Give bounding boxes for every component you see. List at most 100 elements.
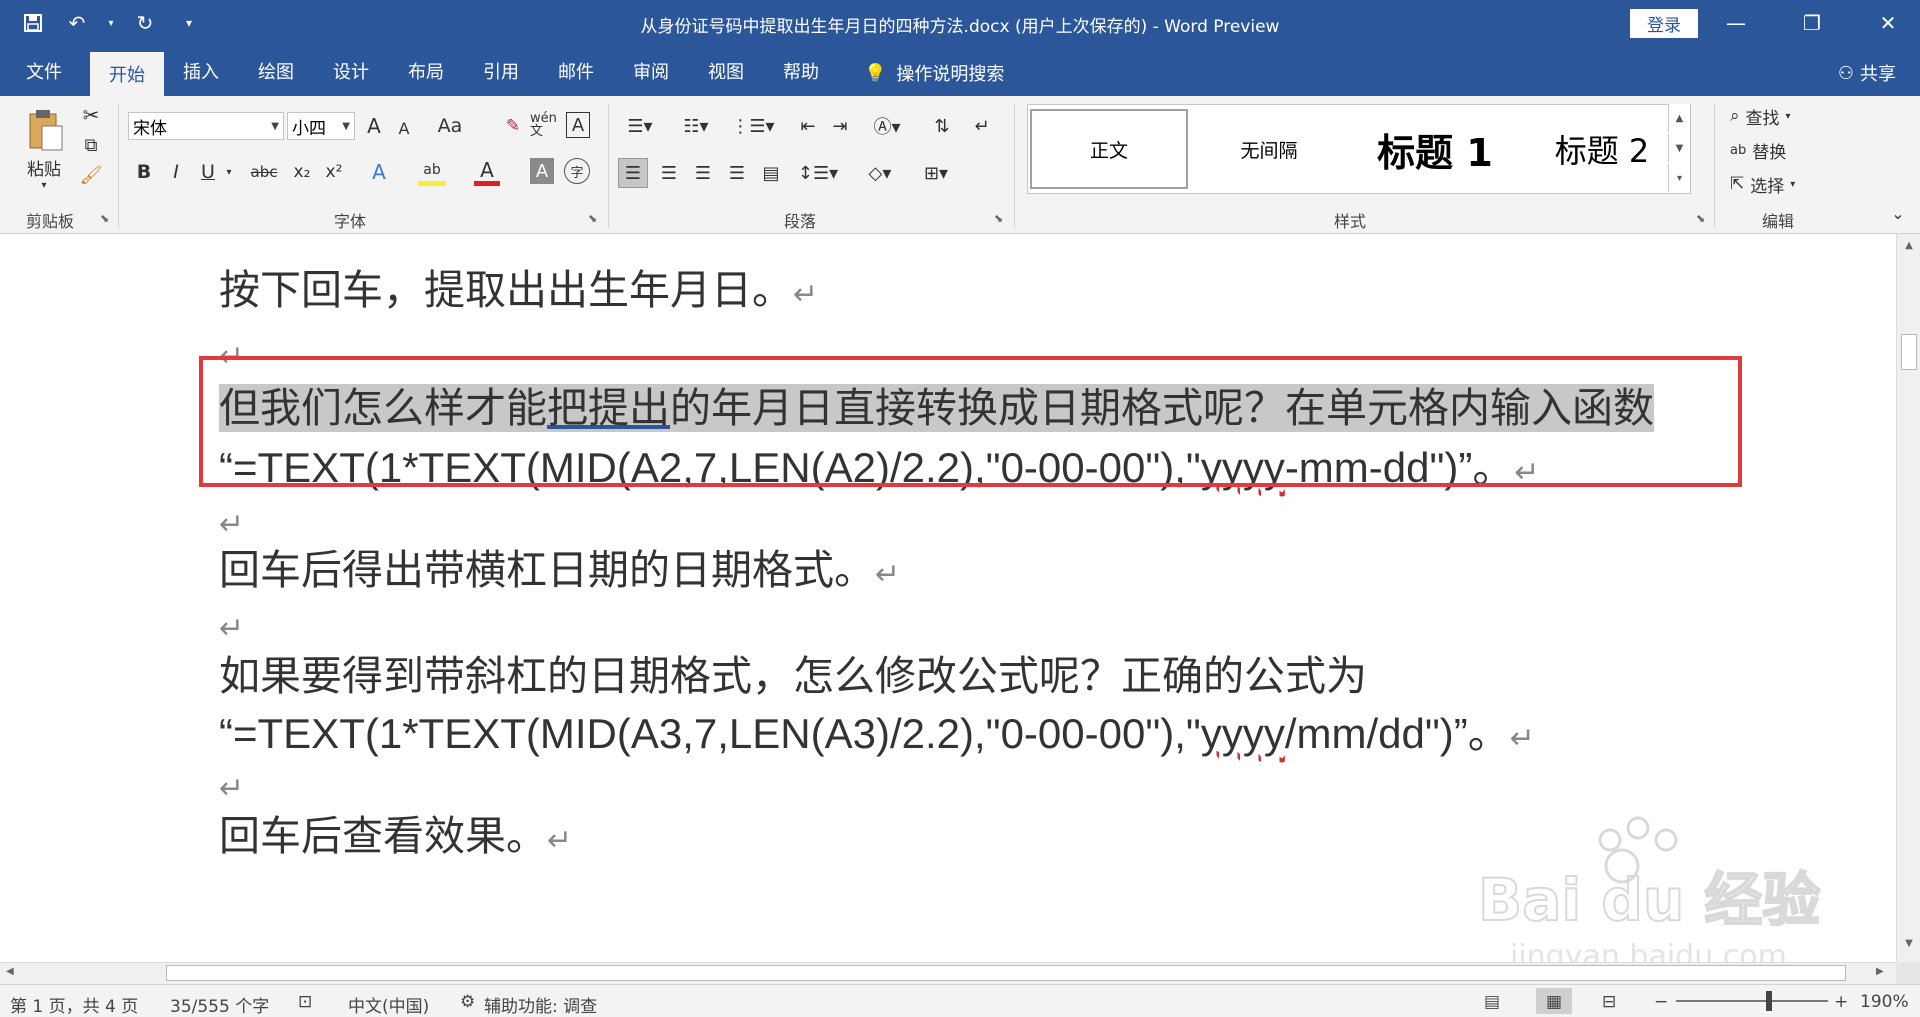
replace-button[interactable]: ab 替换 bbox=[1730, 136, 1786, 164]
search-icon: ⌕ bbox=[1730, 106, 1740, 126]
font-size-combo[interactable]: 小四 ▼ bbox=[287, 112, 355, 140]
horizontal-scroll-thumb[interactable] bbox=[166, 965, 1846, 981]
zoom-out-icon[interactable]: − bbox=[1654, 992, 1668, 1012]
shading-icon[interactable]: ◇▾ bbox=[858, 158, 902, 188]
paste-icon[interactable] bbox=[20, 106, 72, 156]
underline-dropdown-icon[interactable]: ▾ bbox=[222, 162, 236, 182]
show-marks-icon[interactable]: ↵ bbox=[968, 112, 996, 140]
proofing-icon[interactable]: ⊡ bbox=[298, 992, 312, 1012]
zoom-slider[interactable] bbox=[1676, 1000, 1828, 1002]
tab-layout[interactable]: 布局 bbox=[393, 46, 459, 96]
phonetic-guide-icon[interactable]: wén 文 bbox=[530, 110, 558, 140]
web-layout-icon[interactable]: ⊟ bbox=[1602, 992, 1616, 1012]
close-icon[interactable]: ✕ bbox=[1862, 6, 1914, 40]
strikethrough-button[interactable]: abc bbox=[246, 158, 282, 186]
vertical-scroll-thumb[interactable] bbox=[1901, 334, 1917, 370]
tab-view[interactable]: 视图 bbox=[693, 46, 759, 96]
tell-me-search[interactable]: 💡 操作说明搜索 bbox=[864, 60, 1004, 86]
tab-review[interactable]: 审阅 bbox=[618, 46, 684, 96]
vertical-scrollbar[interactable]: ▲ ▼ bbox=[1896, 234, 1920, 962]
gallery-more-icon[interactable]: ▾ bbox=[1668, 164, 1690, 192]
word-count[interactable]: 35/555 个字 bbox=[170, 992, 269, 1017]
select-button[interactable]: ⇱ 选择 ▾ bbox=[1730, 170, 1795, 198]
print-layout-icon[interactable]: ▦ bbox=[1536, 988, 1572, 1014]
align-center-icon[interactable]: ☰ bbox=[654, 158, 684, 188]
share-button[interactable]: ⚇ 共享 bbox=[1838, 60, 1896, 86]
style-heading-2[interactable]: 标题 2 bbox=[1522, 109, 1682, 189]
tab-home[interactable]: 开始 bbox=[90, 52, 164, 96]
char-shading-icon[interactable]: A bbox=[530, 158, 554, 184]
text-effects-icon[interactable]: A bbox=[366, 158, 392, 186]
tab-references[interactable]: 引用 bbox=[468, 46, 534, 96]
copy-icon[interactable]: ⧉ bbox=[78, 132, 104, 158]
font-launcher-icon[interactable]: ⬊ bbox=[588, 212, 597, 225]
gallery-down-icon[interactable]: ▼ bbox=[1668, 134, 1690, 162]
superscript-button[interactable]: x² bbox=[320, 158, 348, 186]
tab-design[interactable]: 设计 bbox=[318, 46, 384, 96]
horizontal-scrollbar[interactable]: ◀ ▶ bbox=[0, 962, 1896, 984]
zoom-level[interactable]: 190% bbox=[1860, 992, 1909, 1012]
italic-button[interactable]: I bbox=[164, 158, 188, 186]
scroll-up-icon[interactable]: ▲ bbox=[1900, 240, 1918, 258]
tab-draw[interactable]: 绘图 bbox=[243, 46, 309, 96]
paragraph-launcher-icon[interactable]: ⬊ bbox=[994, 212, 1003, 225]
numbering-icon[interactable]: ☷▾ bbox=[676, 112, 716, 140]
bullets-icon[interactable]: ☰▾ bbox=[620, 112, 660, 140]
paste-dropdown-icon[interactable]: ▾ bbox=[36, 178, 52, 192]
read-mode-icon[interactable]: ▤ bbox=[1484, 992, 1500, 1012]
bold-button[interactable]: B bbox=[132, 158, 156, 186]
minimize-icon[interactable]: — bbox=[1710, 6, 1762, 40]
gallery-up-icon[interactable]: ▲ bbox=[1668, 104, 1690, 132]
enclose-char-icon[interactable]: 字 bbox=[564, 158, 590, 184]
font-group-label: 字体 bbox=[333, 212, 366, 231]
zoom-in-icon[interactable]: + bbox=[1834, 992, 1848, 1012]
align-left-icon[interactable]: ☰ bbox=[618, 158, 648, 188]
cursor-icon: ⇱ bbox=[1730, 174, 1745, 194]
style-heading-1[interactable]: 标题 1 bbox=[1350, 109, 1520, 189]
underline-button[interactable]: U bbox=[196, 158, 220, 186]
scroll-down-icon[interactable]: ▼ bbox=[1900, 938, 1918, 956]
line-spacing-icon[interactable]: ↕☰▾ bbox=[796, 158, 840, 188]
login-button[interactable]: 登录 bbox=[1630, 9, 1698, 38]
restore-icon[interactable]: ❐ bbox=[1786, 6, 1838, 40]
justify-icon[interactable]: ☰ bbox=[722, 158, 752, 188]
font-name-combo[interactable]: 宋体 ▼ bbox=[128, 112, 284, 140]
format-painter-icon[interactable]: 🖌 bbox=[78, 162, 104, 188]
scroll-left-icon[interactable]: ◀ bbox=[6, 966, 14, 977]
style-no-spacing[interactable]: 无间隔 bbox=[1190, 109, 1348, 189]
page-count[interactable]: 第 1 页，共 4 页 bbox=[10, 992, 138, 1017]
accessibility-status[interactable]: 辅助功能: 调查 bbox=[484, 992, 597, 1017]
increase-indent-icon[interactable]: ⇥ bbox=[826, 112, 854, 140]
font-color-button[interactable]: A bbox=[474, 158, 500, 186]
styles-launcher-icon[interactable]: ⬊ bbox=[1696, 212, 1705, 225]
distributed-icon[interactable]: ▤ bbox=[756, 158, 786, 188]
borders-icon[interactable]: ⊞▾ bbox=[914, 158, 958, 188]
zoom-slider-thumb[interactable] bbox=[1766, 991, 1773, 1011]
tab-mailings[interactable]: 邮件 bbox=[543, 46, 609, 96]
subscript-button[interactable]: x₂ bbox=[288, 158, 316, 186]
find-button[interactable]: ⌕ 查找 ▾ bbox=[1730, 102, 1791, 130]
decrease-indent-icon[interactable]: ⇤ bbox=[794, 112, 822, 140]
highlight-annotation-box bbox=[199, 356, 1742, 487]
tab-insert[interactable]: 插入 bbox=[168, 46, 234, 96]
clear-format-icon[interactable]: ✎ bbox=[500, 112, 526, 140]
scroll-right-icon[interactable]: ▶ bbox=[1876, 966, 1884, 977]
sort-icon[interactable]: ⇅ bbox=[928, 112, 956, 140]
style-normal[interactable]: 正文 bbox=[1030, 109, 1188, 189]
shrink-font-icon[interactable]: A bbox=[392, 116, 416, 140]
collapse-ribbon-icon[interactable]: ⌄ bbox=[1884, 202, 1912, 224]
ribbon-tabs: 文件 开始 插入 绘图 设计 布局 引用 邮件 审阅 视图 帮助 💡 操作说明搜… bbox=[0, 46, 1920, 96]
change-case-icon[interactable]: Aa bbox=[432, 112, 468, 140]
char-border-icon[interactable]: A bbox=[566, 112, 590, 138]
paste-label[interactable]: 粘贴 bbox=[18, 156, 70, 180]
chinese-layout-icon[interactable]: Ⓐ▾ bbox=[866, 112, 908, 140]
multilevel-list-icon[interactable]: ⋮☰▾ bbox=[731, 112, 774, 140]
tab-file[interactable]: 文件 bbox=[10, 46, 78, 96]
grow-font-icon[interactable]: A bbox=[362, 112, 386, 140]
tab-help[interactable]: 帮助 bbox=[768, 46, 834, 96]
align-right-icon[interactable]: ☰ bbox=[688, 158, 718, 188]
highlight-icon[interactable]: ab bbox=[418, 158, 446, 186]
clipboard-launcher-icon[interactable]: ⬊ bbox=[100, 212, 109, 225]
language-indicator[interactable]: 中文(中国) bbox=[348, 992, 429, 1017]
cut-icon[interactable]: ✂ bbox=[78, 102, 104, 128]
